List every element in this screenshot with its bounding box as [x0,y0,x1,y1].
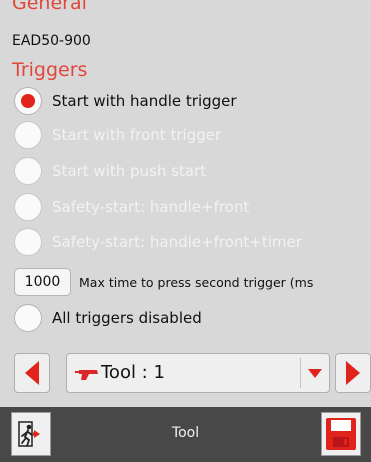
arrow-left-icon [25,361,39,385]
radio-option-push-start[interactable]: Start with push start [14,156,206,186]
tool-navigation: Tool : 1 [14,353,371,395]
max-time-label: Max time to press second trigger (ms [79,274,314,290]
radio-button[interactable] [14,228,42,256]
section-heading-general: General [12,0,87,14]
radio-option-safety-start-timer[interactable]: Safety-start: handle+front+timer [14,227,302,257]
radio-button[interactable] [14,121,42,149]
radio-label: Start with push start [52,162,207,180]
radio-button[interactable] [14,157,42,185]
model-name: EAD50-900 [12,33,91,49]
floppy-disk-icon [326,418,356,450]
bottom-bar: Tool [0,407,371,462]
radio-option-all-triggers-disabled[interactable]: All triggers disabled [14,303,202,333]
screwdriver-icon [75,370,98,380]
save-button[interactable] [321,412,361,456]
tool-select-value: Tool : 1 [101,362,165,383]
arrow-right-icon [346,361,360,385]
radio-label: Start with handle trigger [52,92,237,110]
max-time-row: Max time to press second trigger (ms [14,267,313,297]
radio-button[interactable] [14,304,42,332]
chevron-down-icon [308,369,322,378]
section-heading-triggers: Triggers [12,59,88,81]
tool-select-dropdown[interactable]: Tool : 1 [66,353,330,393]
radio-option-safety-start-handle-front[interactable]: Safety-start: handle+front [14,192,249,222]
radio-option-handle-trigger[interactable]: Start with handle trigger [14,86,237,116]
radio-label: All triggers disabled [52,309,202,327]
radio-selected-dot [21,94,35,108]
radio-label: Safety-start: handle+front+timer [52,233,302,251]
radio-option-front-trigger[interactable]: Start with front trigger [14,120,221,150]
radio-button[interactable] [14,193,42,221]
previous-tool-button[interactable] [14,353,50,393]
radio-label: Start with front trigger [52,126,222,144]
radio-button[interactable] [14,87,42,115]
next-tool-button[interactable] [335,353,371,393]
max-time-input[interactable] [14,268,71,296]
dropdown-divider [300,358,301,388]
screen-title: Tool [171,425,200,441]
radio-label: Safety-start: handle+front [52,198,250,216]
